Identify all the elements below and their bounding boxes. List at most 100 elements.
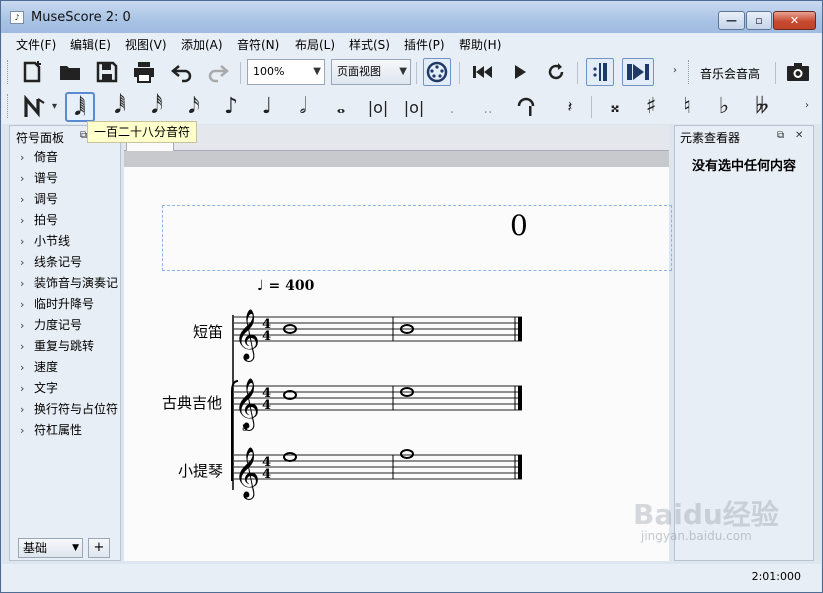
redo-icon	[208, 65, 229, 83]
chevron-down-icon[interactable]: ▾	[52, 101, 57, 112]
menu-help[interactable]: 帮助(H)	[459, 36, 501, 53]
note-input-mode-button[interactable]	[20, 92, 50, 122]
camera-icon	[787, 63, 809, 81]
menu-bar: 文件(F) 编辑(E) 视图(V) 添加(A) 音符(N) 布局(L) 样式(S…	[2, 33, 821, 54]
chevron-right-icon: ›	[20, 361, 25, 374]
print-button[interactable]	[130, 58, 158, 86]
rewind-icon	[473, 66, 492, 78]
baidu-watermark-logo: Baidu经验	[633, 498, 779, 531]
float-panel-icon[interactable]: ⧉	[777, 130, 784, 141]
redo-button[interactable]	[204, 58, 232, 86]
double-dot-button[interactable]: ..	[473, 92, 503, 122]
palette-item-breaks[interactable]: › 换行符与占位符	[20, 400, 120, 420]
note-64th-button[interactable]: 𝅘𝅥𝅱	[105, 92, 135, 122]
dot-icon: .	[449, 101, 455, 117]
double-flat-button[interactable]: 𝄫	[747, 92, 777, 122]
double-flat-icon: 𝄫	[755, 94, 769, 119]
palette-item-time-signatures[interactable]: › 拍号	[20, 211, 120, 231]
menu-edit[interactable]: 编辑(E)	[70, 36, 111, 53]
palette-item-dynamics[interactable]: › 力度记号	[20, 316, 120, 336]
menu-layout[interactable]: 布局(L)	[295, 36, 335, 53]
menu-view[interactable]: 视图(V)	[125, 36, 167, 53]
palette-item-clefs[interactable]: › 谱号	[20, 169, 120, 189]
score-page[interactable]: 0 ♩ = 400 短笛 古典吉他 小提琴 𝄞 4 4 𝄞 8 4 4 𝄞 4 …	[124, 167, 672, 561]
minimize-button[interactable]: —	[718, 11, 745, 30]
note-32nd-button[interactable]: 𝅘𝅥𝅰	[142, 92, 172, 122]
note-128th-button[interactable]: 𝅘𝅥𝅲	[65, 92, 95, 122]
close-panel-icon[interactable]: ✕	[795, 130, 803, 141]
flat-icon: ♭	[718, 94, 730, 119]
toolbar-separator	[459, 62, 460, 84]
add-workspace-button[interactable]: +	[88, 538, 110, 558]
menu-plugins[interactable]: 插件(P)	[404, 36, 445, 53]
natural-button[interactable]: ♮	[672, 92, 702, 122]
playback-time: 2:01:000	[751, 570, 801, 583]
play-button[interactable]	[506, 58, 534, 86]
palette-item-barlines[interactable]: › 小节线	[20, 232, 120, 252]
workspace-combo[interactable]: 基础 ▼	[18, 538, 83, 558]
palette-item-tempo[interactable]: › 速度	[20, 358, 120, 378]
maximize-button[interactable]: ▫	[746, 11, 772, 30]
note-longa-button[interactable]: |o|	[399, 92, 429, 122]
toolbar-separator	[240, 62, 241, 84]
note-8th-button[interactable]: ♪	[216, 92, 246, 122]
double-sharp-button[interactable]: 𝄪	[600, 92, 630, 122]
pan-score-button[interactable]	[622, 58, 654, 86]
menu-notes[interactable]: 音符(N)	[237, 36, 279, 53]
menu-style[interactable]: 样式(S)	[349, 36, 390, 53]
chevron-right-icon: ›	[20, 151, 25, 164]
open-button[interactable]	[56, 58, 84, 86]
palette-item-grace-notes[interactable]: › 倚音	[20, 148, 120, 168]
midi-input-button[interactable]	[423, 58, 451, 86]
view-mode-combo[interactable]: 页面视图 ▼	[331, 59, 411, 85]
rest-button[interactable]: 𝄽	[555, 92, 585, 122]
note-whole-button[interactable]: 𝅝	[326, 92, 356, 122]
chevron-right-icon: ›	[20, 424, 25, 437]
toolbar-grip[interactable]	[7, 60, 10, 84]
note-half-button[interactable]: 𝅗𝅥	[288, 92, 318, 122]
loop-button[interactable]	[542, 58, 570, 86]
zoom-combo[interactable]: 100% ▼	[247, 59, 325, 85]
dot-button[interactable]: .	[437, 92, 467, 122]
staff-violin[interactable]: 𝄞 4 4	[234, 447, 522, 500]
palette-item-text[interactable]: › 文字	[20, 379, 120, 399]
baidu-watermark-url: jingyan.baidu.com	[641, 529, 752, 543]
note-breve-button[interactable]: |o|	[363, 92, 393, 122]
note-quarter-button[interactable]: ♩	[252, 92, 282, 122]
toolbar-grip[interactable]	[688, 60, 691, 84]
flat-button[interactable]: ♭	[709, 92, 739, 122]
image-capture-button[interactable]	[784, 58, 812, 86]
repeat-playback-button[interactable]	[586, 58, 614, 86]
save-button[interactable]	[93, 58, 121, 86]
toolbar-overflow-icon[interactable]: ›	[805, 100, 809, 111]
note-16th-button[interactable]: 𝅘𝅥𝅯	[179, 92, 209, 122]
tie-button[interactable]	[511, 92, 541, 122]
new-score-button[interactable]	[19, 58, 47, 86]
palette-item-beam-properties[interactable]: › 符杠属性	[20, 421, 120, 441]
staff-piccolo[interactable]: 𝄞 4 4	[234, 309, 522, 362]
toolbar-overflow-icon[interactable]: ›	[673, 65, 677, 76]
menu-add[interactable]: 添加(A)	[181, 36, 223, 53]
main-toolbar: 100% ▼ 页面视图 ▼ › 音乐会音高	[2, 54, 821, 90]
sharp-button[interactable]: ♯	[636, 92, 666, 122]
concert-pitch-toggle[interactable]: 音乐会音高	[700, 65, 760, 82]
close-button[interactable]: ✕	[773, 11, 816, 30]
palette-item-ornaments[interactable]: › 装饰音与演奏记	[20, 274, 120, 294]
palette-item-accidentals[interactable]: › 临时升降号	[20, 295, 120, 315]
palette-item-repeats[interactable]: › 重复与跳转	[20, 337, 120, 357]
chevron-right-icon: ›	[20, 277, 25, 290]
palette-item-key-signatures[interactable]: › 调号	[20, 190, 120, 210]
title-bar[interactable]: ♪ MuseScore 2: 0 — ▫ ✕	[1, 1, 822, 33]
double-dot-icon: ..	[483, 101, 493, 117]
rewind-button[interactable]	[468, 58, 496, 86]
repeat-icon	[593, 63, 607, 81]
loop-icon	[548, 63, 564, 80]
score-view[interactable]: 0 ♩ = 400 短笛 古典吉他 小提琴 𝄞 4 4 𝄞 8 4 4 𝄞 4 …	[124, 125, 672, 561]
staff-guitar[interactable]: 𝄞 8 4 4	[234, 378, 522, 434]
toolbar-grip[interactable]	[7, 94, 10, 118]
undo-button[interactable]	[168, 58, 196, 86]
status-bar: 2:01:000	[2, 564, 821, 592]
tie-icon	[517, 97, 535, 116]
menu-file[interactable]: 文件(F)	[16, 36, 56, 53]
palette-item-lines[interactable]: › 线条记号	[20, 253, 120, 273]
